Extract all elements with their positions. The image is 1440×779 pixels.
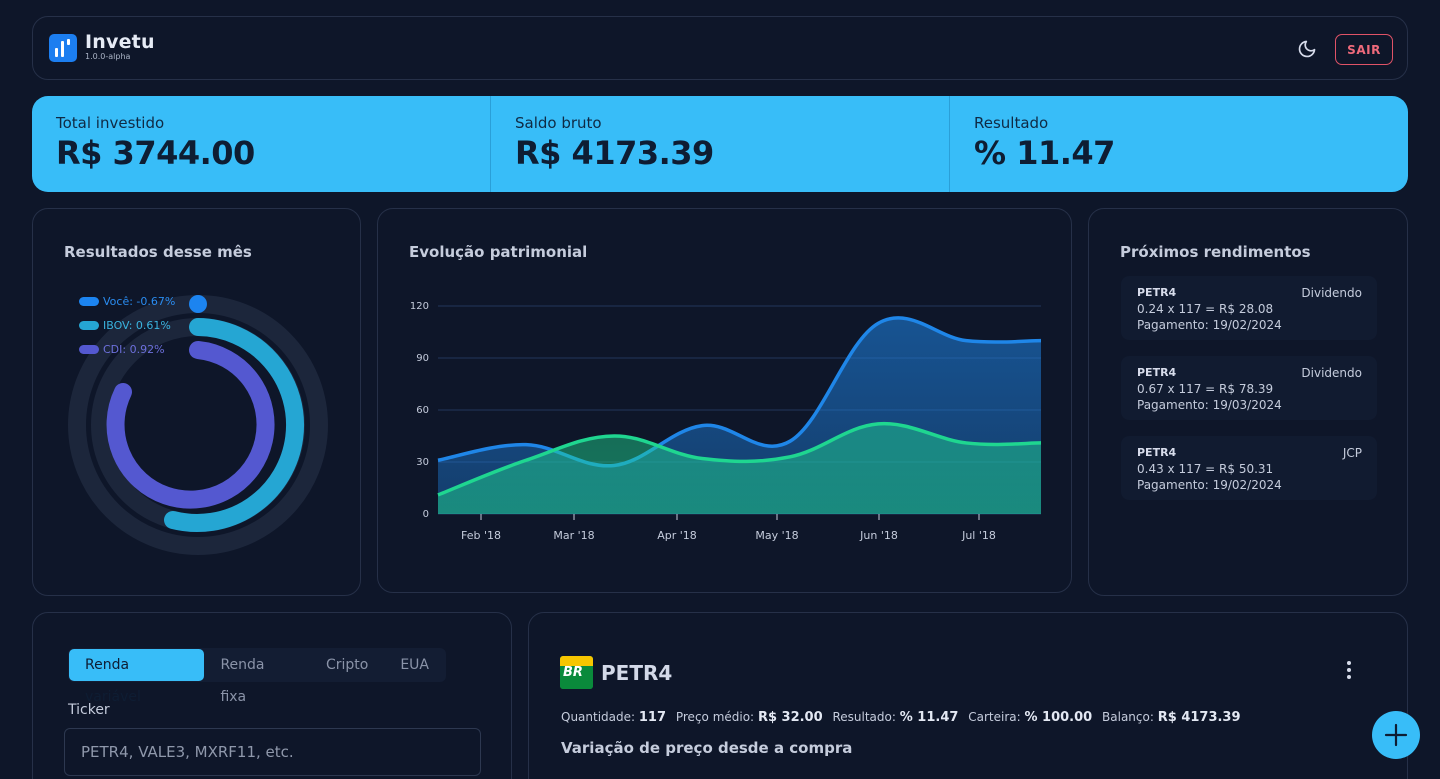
- summary-banner: Total investido R$ 3744.00 Saldo bruto R…: [32, 96, 1408, 192]
- income-payment: Pagamento: 19/02/2024: [1137, 478, 1282, 492]
- brand-name: Invetu: [85, 31, 155, 53]
- income-calc: 0.67 x 117 = R$ 78.39: [1137, 382, 1274, 396]
- stat-label: Saldo bruto: [515, 114, 602, 132]
- avg-price-value: R$ 32.00: [757, 710, 823, 725]
- result-value: % 11.47: [899, 710, 959, 725]
- result-stat: Resultado % 11.47: [950, 96, 1408, 192]
- legend-item-you: Você: -0.67%: [79, 295, 175, 308]
- patrimony-chart-card: Evolução patrimonial 120 90 60 30 0 Feb '18 M…: [377, 208, 1072, 593]
- add-button[interactable]: [1372, 711, 1420, 759]
- portfolio-value: % 100.00: [1024, 710, 1093, 725]
- asset-metrics: Quantidade: 117 Preço médio: R$ 32.00 Re…: [561, 710, 1241, 725]
- income-payment: Pagamento: 19/03/2024: [1137, 398, 1282, 412]
- income-item[interactable]: PETR4 JCP 0.43 x 117 = R$ 50.31 Pagament…: [1121, 436, 1377, 500]
- asset-ticker: PETR4: [601, 661, 673, 685]
- portfolio-label: Carteira:: [968, 710, 1021, 724]
- radial-bar-chart: [68, 295, 328, 555]
- balance-value: R$ 4173.39: [1157, 710, 1241, 725]
- radial-bar-you: [189, 295, 207, 313]
- avg-price-label: Preço médio:: [675, 710, 755, 724]
- y-tick-label: 120: [410, 301, 429, 312]
- x-tick-label: Jul '18: [961, 529, 996, 542]
- income-payment: Pagamento: 19/02/2024: [1137, 318, 1282, 332]
- tab-eua[interactable]: EUA: [384, 649, 445, 681]
- y-tick-label: 30: [416, 457, 429, 468]
- stat-value: R$ 4173.39: [515, 134, 714, 172]
- x-tick-label: Jun '18: [859, 529, 898, 542]
- legend-item-cdi: CDI: 0.92%: [79, 343, 165, 356]
- add-asset-form: Renda variável Renda fixa Cripto EUA Tic…: [32, 612, 512, 779]
- upcoming-income-title: Próximos rendimentos: [1120, 243, 1311, 261]
- moon-icon[interactable]: [1297, 39, 1317, 59]
- stat-label: Total investido: [56, 114, 165, 132]
- income-calc: 0.24 x 117 = R$ 28.08: [1137, 302, 1274, 316]
- ticker-label: Ticker: [68, 702, 110, 718]
- y-tick-label: 60: [416, 405, 429, 416]
- x-tick-label: May '18: [755, 529, 798, 542]
- logout-button[interactable]: SAIR: [1335, 34, 1393, 65]
- balance-label: Balanço:: [1102, 710, 1154, 724]
- income-item[interactable]: PETR4 Dividendo 0.67 x 117 = R$ 78.39 Pa…: [1121, 356, 1377, 420]
- total-invested-stat: Total investido R$ 3744.00: [32, 96, 491, 192]
- tab-renda-variavel[interactable]: Renda variável: [69, 649, 205, 705]
- ticker-input[interactable]: [64, 728, 481, 776]
- qty-label: Quantidade:: [561, 710, 636, 724]
- petrobras-logo-icon: BR: [560, 656, 593, 689]
- gross-balance-stat: Saldo bruto R$ 4173.39: [491, 96, 950, 192]
- legend-item-ibov: IBOV: 0.61%: [79, 319, 171, 332]
- result-label: Resultado:: [832, 710, 896, 724]
- income-ticker: PETR4: [1137, 446, 1177, 459]
- stat-label: Resultado: [974, 114, 1049, 132]
- upcoming-income-card: Próximos rendimentos PETR4 Dividendo 0.2…: [1088, 208, 1408, 596]
- income-type: Dividendo: [1301, 366, 1362, 380]
- x-tick-label: Mar '18: [553, 529, 594, 542]
- income-calc: 0.43 x 117 = R$ 50.31: [1137, 462, 1274, 476]
- y-tick-label: 0: [423, 509, 429, 520]
- plus-icon: [1384, 723, 1408, 747]
- tab-renda-fixa[interactable]: Renda fixa: [204, 649, 310, 705]
- logo-icon: [49, 34, 77, 62]
- y-tick-label: 90: [416, 353, 429, 364]
- month-results-card: Resultados desse mês Você: -0.67% IBOV: …: [32, 208, 361, 596]
- stat-value: % 11.47: [974, 134, 1115, 172]
- income-item[interactable]: PETR4 Dividendo 0.24 x 117 = R$ 28.08 Pa…: [1121, 276, 1377, 340]
- tab-cripto[interactable]: Cripto: [310, 649, 384, 681]
- asset-detail-card: BR PETR4 Quantidade: 117 Preço médio: R$…: [528, 612, 1408, 779]
- asset-class-tabs: Renda variável Renda fixa Cripto EUA: [68, 648, 446, 705]
- x-tick-label: Apr '18: [657, 529, 697, 542]
- income-type: JCP: [1342, 446, 1362, 460]
- app-version: 1.0.0-alpha: [85, 52, 131, 61]
- area-chart: 120 90 60 30 0 Feb '18 Mar '18 Apr '18 May '18 J…: [410, 301, 1042, 542]
- x-tick-label: Feb '18: [461, 529, 501, 542]
- more-options-icon[interactable]: [1345, 661, 1353, 683]
- stat-value: R$ 3744.00: [56, 134, 255, 172]
- income-type: Dividendo: [1301, 286, 1362, 300]
- price-variation-title: Variação de preço desde a compra: [561, 739, 853, 757]
- qty-value: 117: [638, 710, 667, 725]
- top-bar: Invetu 1.0.0-alpha SAIR: [32, 16, 1408, 80]
